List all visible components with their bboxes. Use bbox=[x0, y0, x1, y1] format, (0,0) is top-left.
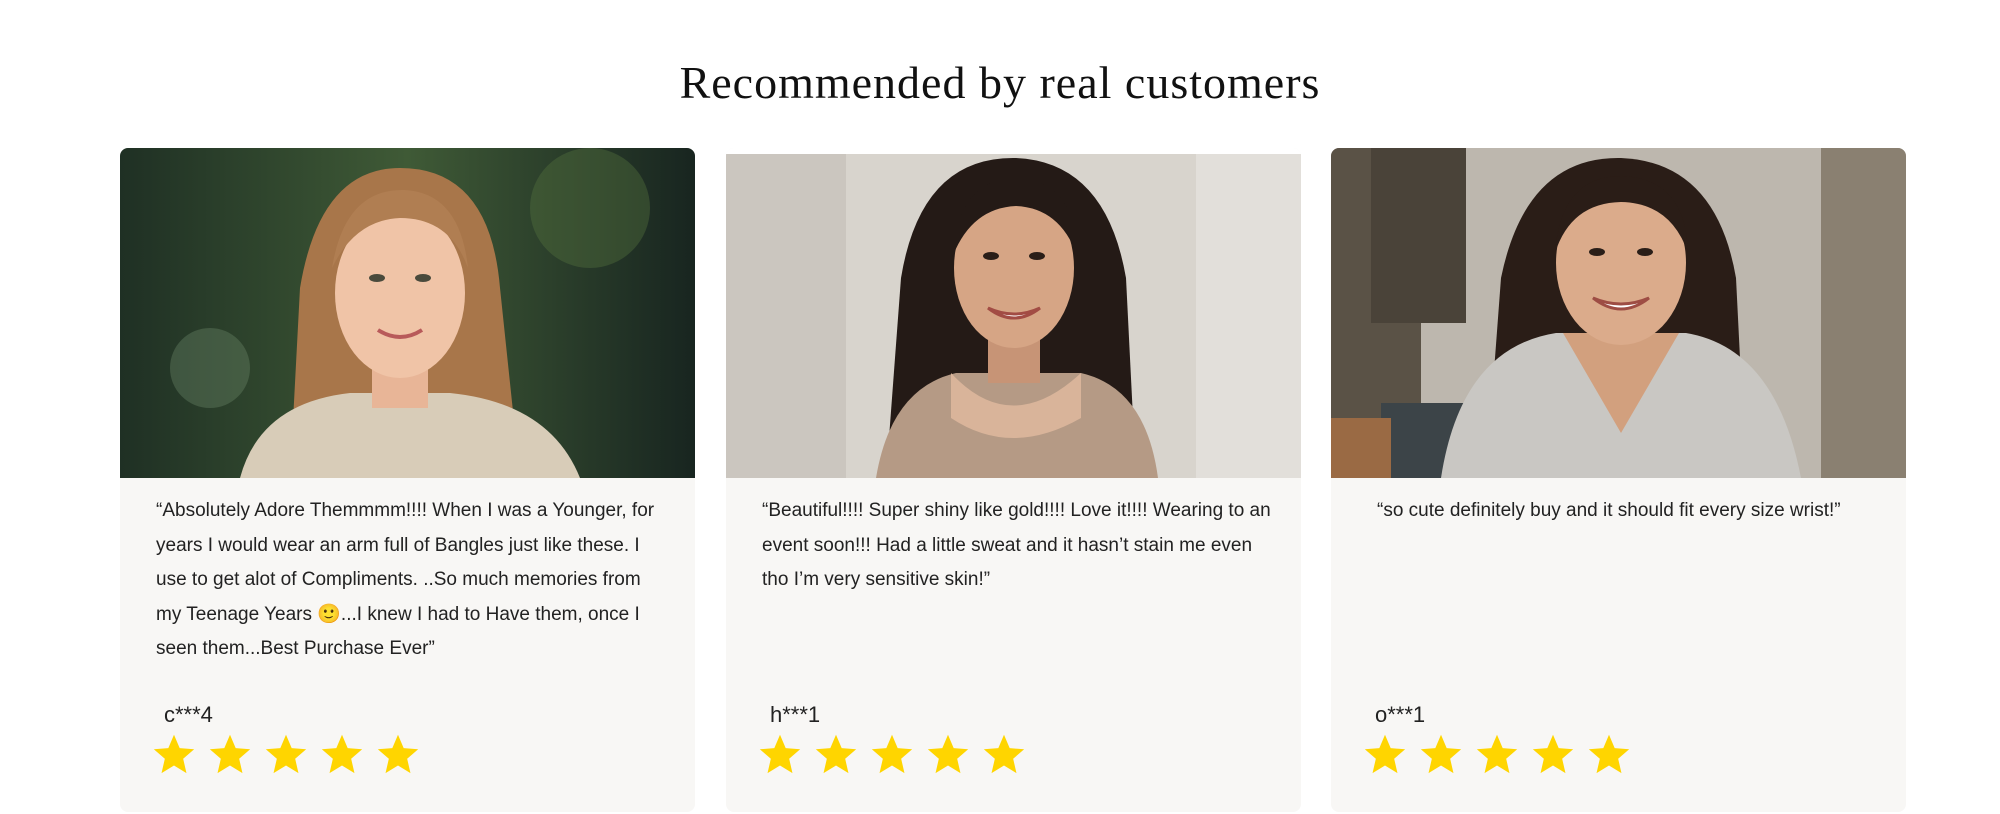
star-icon bbox=[1532, 734, 1574, 774]
reviewer-name: h***1 bbox=[770, 702, 821, 727]
star-rating bbox=[1363, 732, 1631, 788]
star-rating bbox=[758, 732, 1026, 788]
star-icon bbox=[983, 734, 1025, 774]
review-text: “Absolutely Adore Themmmm!!!! When I was… bbox=[156, 500, 655, 659]
customer-photo bbox=[1331, 148, 1906, 478]
star-icon bbox=[759, 734, 801, 774]
star-icon bbox=[1364, 734, 1406, 774]
section-title: Recommended by real customers bbox=[679, 57, 1321, 108]
star-icon bbox=[377, 734, 419, 774]
star-icon bbox=[1476, 734, 1518, 774]
star-icon bbox=[871, 734, 913, 774]
review-card: “so cute definitely buy and it should fi… bbox=[1331, 148, 1906, 812]
review-text: “Beautiful!!!! Super shiny like gold!!!!… bbox=[762, 500, 1271, 590]
star-icon bbox=[1588, 734, 1630, 774]
review-card: “Beautiful!!!! Super shiny like gold!!!!… bbox=[726, 148, 1301, 812]
star-icon bbox=[153, 734, 195, 774]
star-icon bbox=[265, 734, 307, 774]
reviewer-name: c***4 bbox=[164, 702, 213, 727]
star-icon bbox=[209, 734, 251, 774]
star-icon bbox=[927, 734, 969, 774]
customer-photo bbox=[120, 148, 695, 478]
star-rating bbox=[152, 732, 420, 788]
review-card: “Absolutely Adore Themmmm!!!! When I was… bbox=[120, 148, 695, 812]
reviewer-name: o***1 bbox=[1375, 702, 1426, 727]
star-icon bbox=[321, 734, 363, 774]
customer-photo bbox=[726, 148, 1301, 478]
star-icon bbox=[1420, 734, 1462, 774]
star-icon bbox=[815, 734, 857, 774]
review-text: “so cute definitely buy and it should fi… bbox=[1377, 500, 1841, 521]
